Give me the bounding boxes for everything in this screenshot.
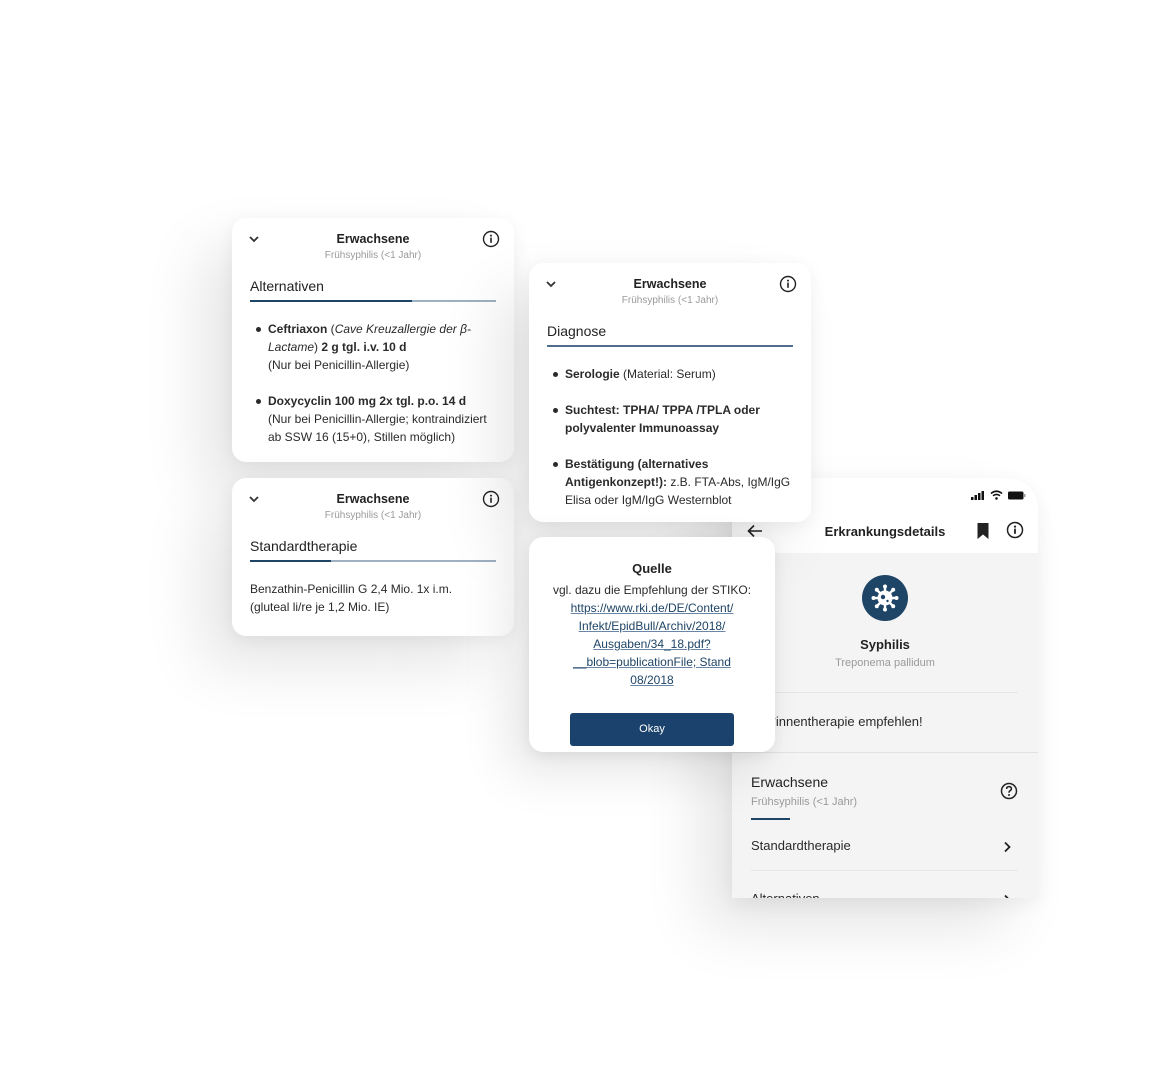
diagnosis-list: Serologie (Material: Serum) Suchtest: TP…	[529, 365, 811, 509]
link-line[interactable]: __blob=publicationFile; Stand	[573, 655, 731, 669]
disease-avatar	[862, 575, 908, 621]
section-tab-indicator	[547, 345, 793, 347]
row-label: Alternativen	[751, 891, 820, 898]
menu-row-alternativen[interactable]: Alternativen	[751, 881, 1018, 898]
item-text: (Material: Serum)	[619, 367, 716, 381]
screen-title: Erkrankungsdetails	[824, 524, 946, 539]
tab-indicator-fill	[250, 300, 413, 302]
card-header: Erwachsene Frühsyphilis (<1 Jahr)	[232, 218, 514, 270]
group-underline	[751, 818, 790, 820]
info-icon[interactable]	[1006, 521, 1024, 539]
chevron-right-icon	[1004, 841, 1011, 853]
disease-header: Syphilis Treponema pallidum	[732, 553, 1038, 693]
navigation-bar: Erkrankungsdetails	[732, 518, 1038, 548]
disease-pathogen: Treponema pallidum	[835, 657, 935, 669]
card-subtitle: Frühsyphilis (<1 Jahr)	[324, 250, 422, 261]
list-item: Doxycyclin 100 mg 2x tgl. p.o. 14 d (Nur…	[256, 392, 496, 446]
drug-dosage: 2 g tgl. i.v. 10 d	[321, 340, 407, 354]
dialog-title: Quelle	[632, 561, 672, 576]
section-tab-indicator	[250, 300, 496, 302]
section-title: Alternativen	[250, 278, 324, 294]
paren: (	[327, 322, 335, 336]
card-header: Erwachsene Frühsyphilis (<1 Jahr)	[529, 263, 811, 315]
card-alternativen: Erwachsene Frühsyphilis (<1 Jahr) Altern…	[232, 218, 514, 462]
divider	[751, 870, 1018, 871]
list-item: Ceftriaxon (Cave Kreuzallergie der β-Lac…	[256, 320, 496, 374]
card-title: Erwachsene	[633, 277, 707, 291]
list-item: Suchtest: TPHA/ TPPA /TPLA oder polyvale…	[553, 401, 793, 437]
battery-icon	[1008, 491, 1026, 499]
row-label: Standardtherapie	[751, 838, 851, 853]
source-dialog: Quelle vgl. dazu die Empfehlung der STIK…	[529, 537, 775, 752]
card-title: Erwachsene	[336, 492, 410, 506]
info-icon[interactable]	[482, 490, 500, 508]
group-title: Erwachsene	[751, 774, 829, 790]
tab-indicator-fill	[547, 345, 793, 347]
partner-therapy-note: ner*innentherapie empfehlen!	[752, 714, 923, 729]
card-standardtherapie: Erwachsene Frühsyphilis (<1 Jahr) Standa…	[232, 478, 514, 636]
source-link[interactable]: https://www.rki.de/DE/Content/ Infekt/Ep…	[549, 599, 755, 689]
card-title: Erwachsene	[336, 232, 410, 246]
divider	[752, 692, 1018, 693]
link-line[interactable]: https://www.rki.de/DE/Content/	[571, 601, 734, 615]
alternatives-list: Ceftriaxon (Cave Kreuzallergie der β-Lac…	[232, 320, 514, 446]
info-icon[interactable]	[779, 275, 797, 293]
section-title: Standardtherapie	[250, 538, 358, 554]
card-header: Erwachsene Frühsyphilis (<1 Jahr)	[232, 478, 514, 530]
chevron-right-icon	[1004, 894, 1009, 898]
menu-row-standardtherapie[interactable]: Standardtherapie	[751, 828, 1018, 868]
bookmark-icon[interactable]	[976, 522, 990, 540]
divider	[732, 752, 1038, 753]
status-bar	[971, 490, 1026, 500]
section-tab-indicator	[250, 560, 496, 562]
card-diagnose: Erwachsene Frühsyphilis (<1 Jahr) Diagno…	[529, 263, 811, 522]
group-subtitle: Frühsyphilis (<1 Jahr)	[751, 796, 858, 808]
card-subtitle: Frühsyphilis (<1 Jahr)	[621, 295, 719, 306]
link-line[interactable]: 08/2018	[630, 673, 673, 687]
item-bold: Serologie	[565, 367, 620, 381]
therapy-text: Benzathin-Penicillin G 2,4 Mio. 1x i.m. …	[250, 582, 453, 614]
wifi-icon	[990, 490, 1003, 500]
link-line[interactable]: Infekt/EpidBull/Archiv/2018/	[579, 619, 726, 633]
drug-note: (Nur bei Penicillin-Allergie; kontraindi…	[268, 412, 487, 444]
disease-name: Syphilis	[860, 637, 910, 652]
signal-icon	[971, 490, 984, 500]
help-circle-icon[interactable]	[1000, 782, 1018, 800]
drug-note: (Nur bei Penicillin-Allergie)	[268, 358, 410, 372]
card-subtitle: Frühsyphilis (<1 Jahr)	[324, 510, 422, 521]
drug-name: Ceftriaxon	[268, 322, 328, 336]
okay-button[interactable]: Okay	[570, 713, 734, 746]
dialog-text: vgl. dazu die Empfehlung der STIKO:	[552, 583, 752, 597]
list-item: Bestätigung (alternatives Antigenkonzept…	[553, 455, 793, 509]
link-line[interactable]: Ausgaben/34_18.pdf?	[593, 637, 710, 651]
item-bold: Suchtest: TPHA/ TPPA /TPLA oder polyvale…	[565, 403, 760, 435]
section-title: Diagnose	[547, 323, 607, 339]
list-item: Serologie (Material: Serum)	[553, 365, 793, 383]
phone-screen: Erkrankungsdetails Syphilis Treponema pa…	[732, 478, 1038, 898]
tab-indicator-fill	[250, 560, 332, 562]
info-icon[interactable]	[482, 230, 500, 248]
drug-name: Doxycyclin 100 mg 2x tgl. p.o. 14 d	[268, 394, 467, 408]
virus-icon	[871, 584, 899, 612]
